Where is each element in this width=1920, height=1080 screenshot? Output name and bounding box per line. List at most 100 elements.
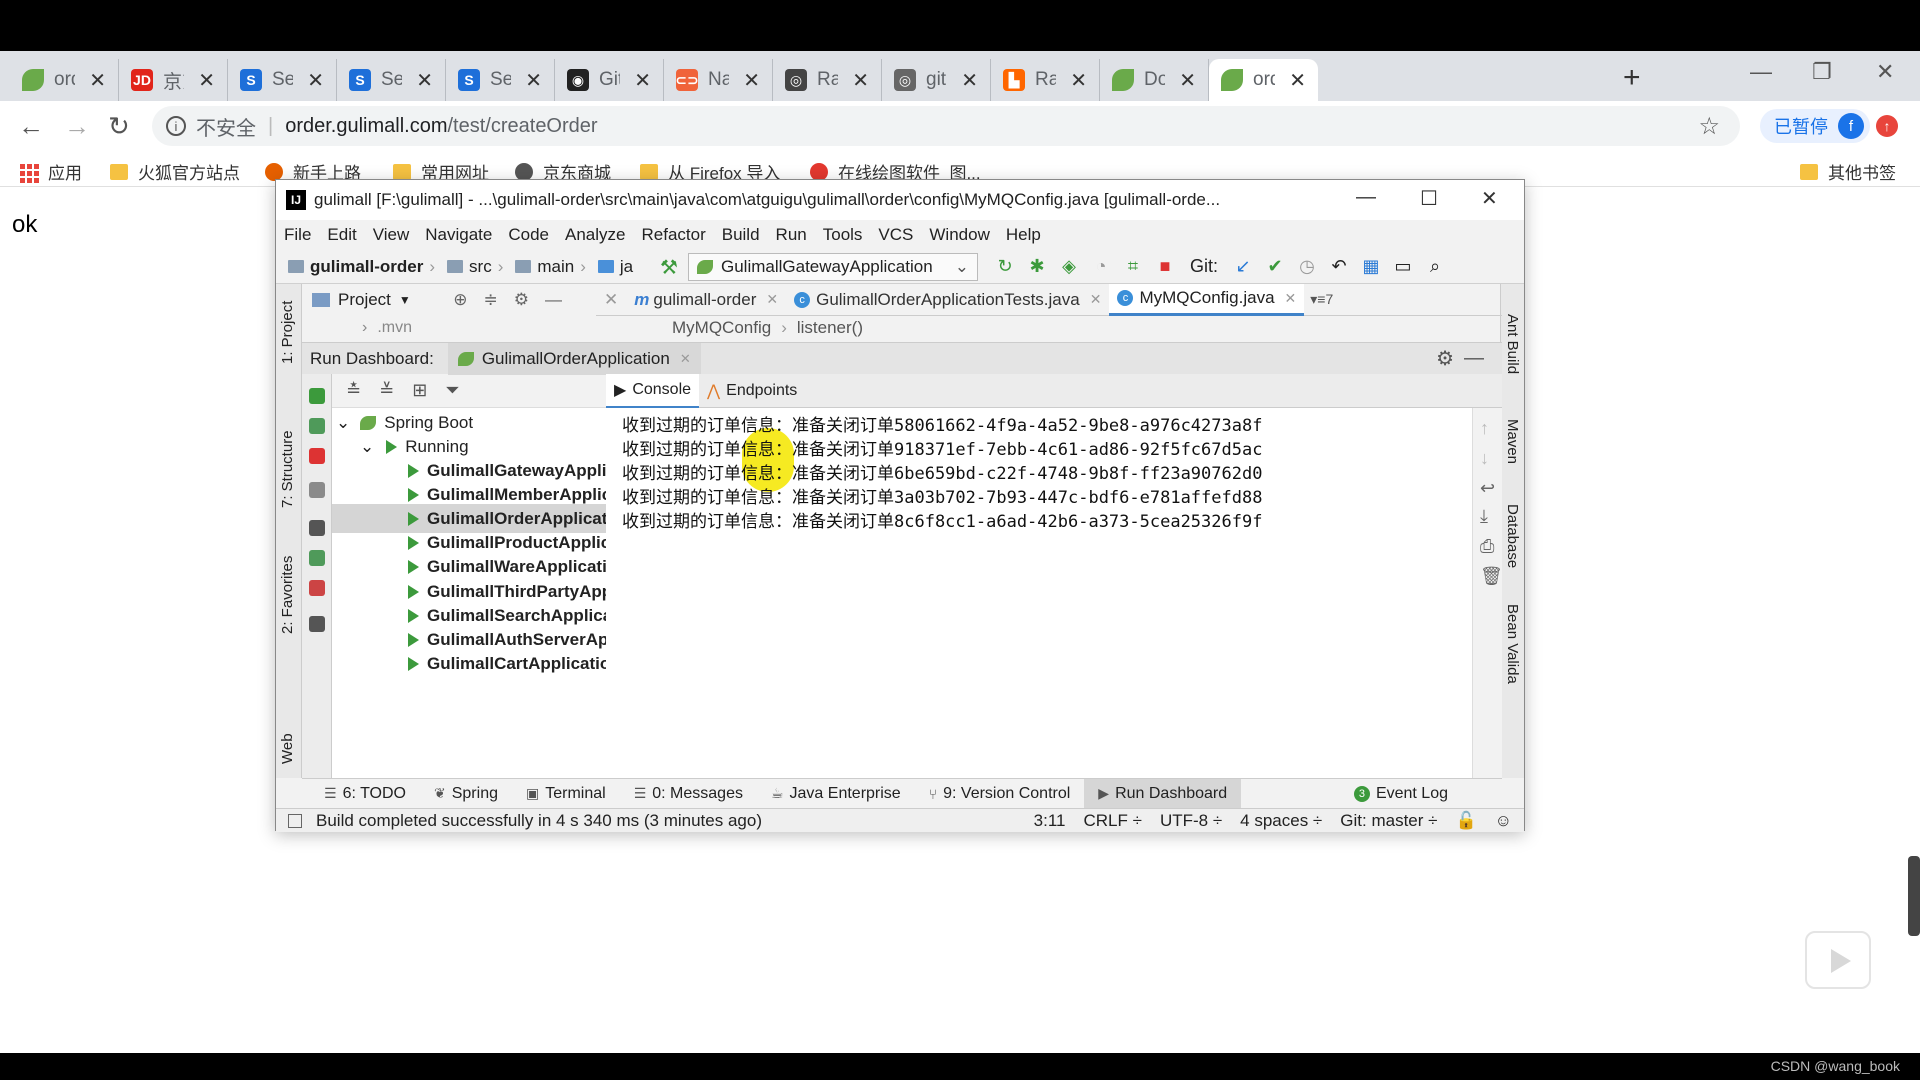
tab-mymqconfig[interactable]: c MyMQConfig.java ✕ xyxy=(1109,283,1305,316)
bottom-tab[interactable]: ▶ Run Dashboard xyxy=(1084,778,1242,809)
lock-icon[interactable]: 🔓 xyxy=(1455,811,1476,831)
menu-analyze[interactable]: Analyze xyxy=(565,225,625,245)
menu-file[interactable]: File xyxy=(284,225,311,245)
camera-icon[interactable] xyxy=(309,520,325,536)
cursor-position[interactable]: 3:11 xyxy=(1034,811,1066,831)
tool-project[interactable]: 1: Project xyxy=(279,301,296,364)
close-tab-icon[interactable]: ✕ xyxy=(1070,68,1087,93)
browser-tab[interactable]: ◎ githu ✕ xyxy=(882,59,991,101)
coverage-icon[interactable]: ◈ xyxy=(1058,256,1080,277)
collapse-all-icon[interactable]: ≚ xyxy=(379,380,394,401)
close-tab-icon[interactable]: ✕ xyxy=(416,68,433,93)
browser-tab[interactable]: ◉ GitHu ✕ xyxy=(555,59,664,101)
tool-bean-validation[interactable]: Bean Valida xyxy=(1504,604,1521,684)
group-icon[interactable] xyxy=(309,482,325,498)
tree-app-item[interactable]: GulimallCartApplication[c xyxy=(332,650,606,679)
close-tab-icon[interactable]: ✕ xyxy=(634,68,651,93)
tool-maven[interactable]: Maven xyxy=(1504,419,1521,464)
hide-panel-icon[interactable]: — xyxy=(1464,347,1484,370)
update-menu-icon[interactable]: ↑ xyxy=(1876,115,1898,137)
browser-tab[interactable]: order ✕ xyxy=(1209,59,1318,101)
close-tab-icon[interactable]: ✕ xyxy=(1179,68,1196,93)
site-info-icon[interactable]: i xyxy=(166,116,186,136)
minimize-window-icon[interactable]: — xyxy=(1750,59,1772,85)
git-history-icon[interactable]: ◷ xyxy=(1296,256,1318,277)
project-view-select[interactable]: Project xyxy=(338,290,391,310)
reload-icon[interactable]: ↻ xyxy=(108,111,130,142)
chevron-right-icon[interactable]: › xyxy=(362,319,367,337)
inspector-icon[interactable]: ☺ xyxy=(1495,811,1512,831)
close-tab-icon[interactable]: ✕ xyxy=(307,68,324,93)
build-hammer-icon[interactable]: ⚒ xyxy=(660,255,678,280)
tool-web[interactable]: Web xyxy=(279,733,296,764)
tool-structure[interactable]: 7: Structure xyxy=(279,430,296,508)
indent-select[interactable]: 4 spaces ÷ xyxy=(1240,811,1322,831)
crumb-src[interactable]: src xyxy=(469,257,492,277)
crumb-java[interactable]: ja xyxy=(620,257,633,277)
ide-minimize-icon[interactable]: — xyxy=(1356,186,1376,209)
close-tab-icon[interactable]: ✕ xyxy=(1090,291,1102,308)
tabs-overflow-button[interactable]: ▾≡7 xyxy=(1310,291,1333,308)
bookmark-star-icon[interactable]: ☆ xyxy=(1698,112,1720,141)
git-update-icon[interactable]: ↙ xyxy=(1232,256,1254,277)
browser-tab[interactable]: S Seata ✕ xyxy=(446,59,555,101)
bottom-tab[interactable]: ▣ Terminal xyxy=(512,779,620,809)
other-bookmarks[interactable]: 其他书签 xyxy=(1800,159,1896,184)
menu-code[interactable]: Code xyxy=(508,225,549,245)
bookmark-item[interactable]: 应用 xyxy=(20,159,82,184)
bottom-tab[interactable]: ☰ 6: TODO xyxy=(310,779,420,809)
git-commit-icon[interactable]: ✔ xyxy=(1264,256,1286,277)
close-tab-icon[interactable]: ✕ xyxy=(198,68,215,93)
bottom-tab[interactable]: ☕ Java Enterprise xyxy=(757,779,915,809)
filter-icon[interactable]: ⏷ xyxy=(445,380,459,401)
rerun-icon[interactable]: ↻ xyxy=(994,256,1016,277)
ide-maximize-icon[interactable]: ☐ xyxy=(1420,186,1438,211)
tool-database[interactable]: Database xyxy=(1504,504,1521,568)
attach-icon[interactable]: ⌗ xyxy=(1122,256,1144,277)
tab-console[interactable]: ▶ Console xyxy=(606,373,700,408)
browser-tab[interactable]: order ✕ xyxy=(10,59,119,101)
bookmark-item[interactable]: 火狐官方站点 xyxy=(110,159,240,184)
menu-run[interactable]: Run xyxy=(776,225,807,245)
browser-tab[interactable]: ▙ Rabb ✕ xyxy=(991,59,1100,101)
settings-icon[interactable] xyxy=(309,550,325,566)
search-icon[interactable]: ⌕ xyxy=(1424,256,1446,277)
debug-icon[interactable] xyxy=(309,418,325,434)
browser-tab[interactable]: ◎ Raft ✕ xyxy=(773,59,882,101)
close-tab-icon[interactable]: ✕ xyxy=(525,68,542,93)
close-tab-icon[interactable]: ✕ xyxy=(766,291,778,308)
close-tab-icon[interactable]: ✕ xyxy=(89,68,106,93)
browser-tab[interactable]: Docu ✕ xyxy=(1100,59,1209,101)
bottom-tab[interactable]: ⑂ 9: Version Control xyxy=(915,779,1085,809)
exit-icon[interactable] xyxy=(309,580,325,596)
close-tab-icon[interactable]: ✕ xyxy=(961,68,978,93)
soft-wrap-icon[interactable]: ↩ xyxy=(1480,478,1495,499)
chevron-down-icon[interactable]: ⌄ xyxy=(336,413,350,433)
project-tree-row[interactable]: › .mvn xyxy=(302,316,596,340)
crumb-class[interactable]: MyMQConfig xyxy=(672,318,771,338)
run-configuration-select[interactable]: GulimallGatewayApplication ⌄ xyxy=(688,253,978,281)
menu-help[interactable]: Help xyxy=(1006,225,1041,245)
line-separator-select[interactable]: CRLF ÷ xyxy=(1084,811,1142,831)
print-icon[interactable]: ⎙ xyxy=(1480,536,1494,557)
menu-window[interactable]: Window xyxy=(929,225,989,245)
ide-close-icon[interactable]: ✕ xyxy=(1481,186,1498,211)
new-tab-button[interactable]: + xyxy=(1623,61,1641,95)
run-dashboard-tab[interactable]: GulimallOrderApplication ✕ xyxy=(447,342,701,375)
arrow-down-icon[interactable]: ↓ xyxy=(1480,448,1489,469)
event-log-button[interactable]: 3 Event Log xyxy=(1340,779,1462,809)
tab-order-tests[interactable]: c GulimallOrderApplicationTests.java ✕ xyxy=(786,284,1109,316)
restore-window-icon[interactable]: ❐ xyxy=(1812,59,1832,85)
close-tab-icon[interactable]: ✕ xyxy=(596,290,626,310)
browser-tab[interactable]: S Seata ✕ xyxy=(228,59,337,101)
tab-gulimall-order[interactable]: m gulimall-order ✕ xyxy=(626,284,786,316)
browser-tab[interactable]: JD 京东(✕ xyxy=(119,59,228,101)
chevron-down-icon[interactable]: ▼ xyxy=(399,293,411,307)
presentation-icon[interactable]: ▭ xyxy=(1392,256,1414,277)
crumb-main[interactable]: main xyxy=(537,257,574,277)
tab-endpoints[interactable]: ⋀ Endpoints xyxy=(699,374,805,408)
git-branch-select[interactable]: Git: master ÷ xyxy=(1340,811,1437,831)
crumb-method[interactable]: listener() xyxy=(797,318,863,338)
stop-icon[interactable] xyxy=(309,448,325,464)
tool-favorites[interactable]: 2: Favorites xyxy=(279,556,296,634)
